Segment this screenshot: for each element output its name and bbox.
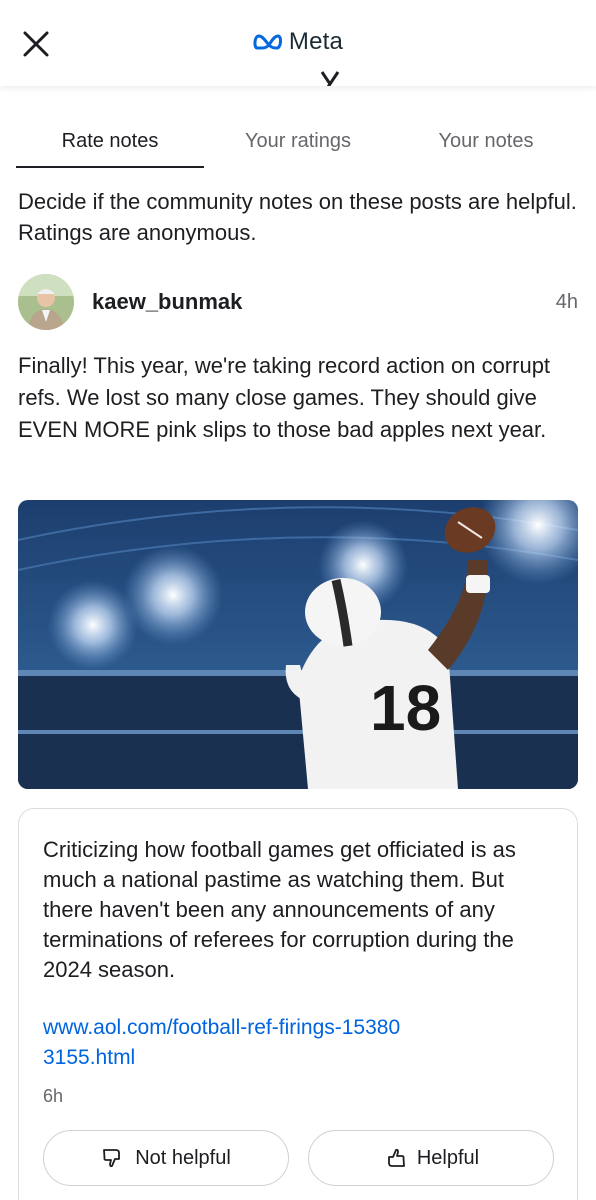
meta-logo-icon	[253, 34, 282, 50]
note-text: Criticizing how football games get offic…	[43, 837, 516, 982]
note-source-link[interactable]: www.aol.com/football-ref-firings-1538031…	[43, 1013, 403, 1073]
post-username[interactable]: kaew_bunmak	[92, 289, 556, 315]
post-header: kaew_bunmak 4h	[18, 272, 578, 332]
thumbs-up-icon	[387, 1148, 405, 1167]
helpful-label: Helpful	[416, 1146, 480, 1169]
not-helpful-label: Not helpful	[135, 1146, 231, 1169]
thumbs-down-icon	[103, 1149, 121, 1168]
community-note-card: Criticizing how football games get offic…	[18, 808, 578, 1200]
top-bar: Meta	[0, 0, 596, 86]
post-timestamp: 4h	[555, 290, 578, 313]
scrolled-title-fragment	[0, 64, 596, 86]
brand: Meta	[0, 28, 596, 56]
brand-name: Meta	[288, 28, 344, 55]
avatar[interactable]	[18, 274, 74, 330]
helpful-button[interactable]: Helpful	[308, 1130, 554, 1186]
jersey-number: 18	[370, 672, 441, 744]
note-timestamp: 6h	[43, 1086, 64, 1106]
not-helpful-button[interactable]: Not helpful	[43, 1130, 289, 1186]
post-image[interactable]: 18	[18, 500, 578, 789]
tab-your-notes[interactable]: Your notes	[392, 122, 580, 168]
post-text: Finally! This year, we're taking record …	[18, 353, 551, 442]
tabs-bar: Rate notes Your ratings Your notes	[16, 122, 580, 168]
intro-text: Decide if the community notes on these p…	[18, 189, 577, 245]
tab-rate-notes[interactable]: Rate notes	[16, 122, 204, 168]
tab-your-ratings[interactable]: Your ratings	[204, 122, 392, 168]
